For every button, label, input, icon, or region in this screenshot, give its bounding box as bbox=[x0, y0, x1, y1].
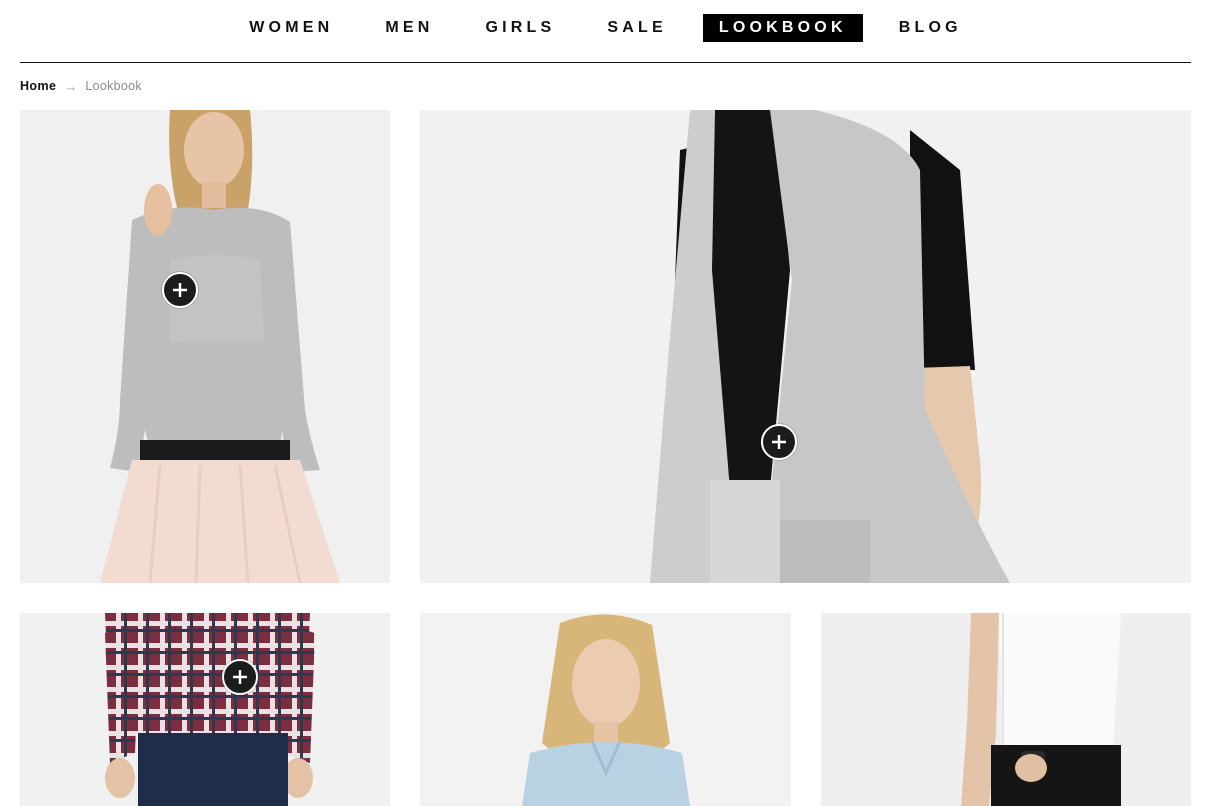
lookbook-tile-1[interactable] bbox=[20, 110, 390, 583]
lookbook-tile-4[interactable] bbox=[420, 613, 791, 806]
lookbook-image-2 bbox=[420, 110, 1191, 583]
nav-item-sale[interactable]: SALE bbox=[591, 14, 682, 42]
hotspot-add-button[interactable] bbox=[222, 659, 258, 695]
breadcrumb-home-link[interactable]: Home bbox=[20, 79, 56, 93]
lookbook-tile-5[interactable] bbox=[821, 613, 1191, 806]
nav-item-lookbook[interactable]: LOOKBOOK bbox=[702, 14, 863, 42]
lookbook-tile-2[interactable] bbox=[420, 110, 1191, 583]
nav-item-blog[interactable]: BLOG bbox=[883, 14, 978, 42]
nav-item-women[interactable]: WOMEN bbox=[233, 14, 349, 42]
breadcrumb-arrow-icon: → bbox=[64, 78, 78, 94]
nav-item-men[interactable]: MEN bbox=[369, 14, 449, 42]
main-navigation: WOMEN MEN GIRLS SALE LOOKBOOK BLOG bbox=[0, 0, 1211, 56]
plus-icon bbox=[173, 283, 187, 297]
breadcrumb-current: Lookbook bbox=[85, 79, 142, 93]
header-divider bbox=[20, 62, 1191, 63]
plus-icon bbox=[772, 435, 786, 449]
breadcrumb: Home → Lookbook bbox=[20, 78, 142, 94]
hotspot-add-button[interactable] bbox=[761, 424, 797, 460]
lookbook-image-5 bbox=[821, 613, 1191, 806]
plus-icon bbox=[233, 670, 247, 684]
hotspot-add-button[interactable] bbox=[162, 272, 198, 308]
lookbook-image-3 bbox=[20, 613, 390, 806]
nav-item-girls[interactable]: GIRLS bbox=[470, 14, 572, 42]
lookbook-image-4 bbox=[420, 613, 791, 806]
lookbook-image-1 bbox=[20, 110, 390, 583]
lookbook-tile-3[interactable] bbox=[20, 613, 390, 806]
nav-list: WOMEN MEN GIRLS SALE LOOKBOOK BLOG bbox=[0, 14, 1211, 42]
